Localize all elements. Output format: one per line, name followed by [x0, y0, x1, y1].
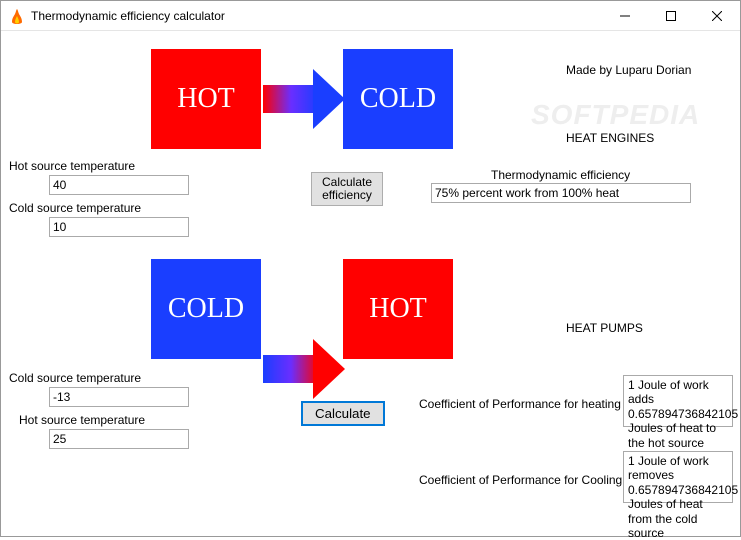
cop-cooling-output[interactable]: 1 Joule of work removes 0.65789473684210…	[623, 451, 733, 503]
maximize-button[interactable]	[648, 1, 694, 31]
cold-box-label: COLD	[360, 83, 436, 115]
cold-source-label-pump: Cold source temperature	[9, 371, 141, 385]
cold-source-label-engine: Cold source temperature	[9, 201, 141, 215]
close-button[interactable]	[694, 1, 740, 31]
heat-engines-title: HEAT ENGINES	[566, 131, 654, 145]
hot-source-input-engine[interactable]	[49, 175, 189, 195]
arrow-hot-to-cold-icon	[263, 69, 343, 129]
window-title: Thermodynamic efficiency calculator	[31, 9, 225, 23]
cold-source-input-engine[interactable]	[49, 217, 189, 237]
hot-box-label-pump: HOT	[369, 293, 427, 325]
window-controls	[602, 1, 740, 31]
app-icon	[9, 8, 25, 24]
cold-box-pump: COLD	[151, 259, 261, 359]
credit-text: Made by Luparu Dorian	[566, 63, 691, 77]
heat-pumps-title: HEAT PUMPS	[566, 321, 643, 335]
hot-source-label-pump: Hot source temperature	[19, 413, 145, 427]
minimize-button[interactable]	[602, 1, 648, 31]
calculate-button[interactable]: Calculate	[301, 401, 385, 426]
cop-cooling-label: Coefficient of Performance for Cooling	[419, 473, 622, 487]
titlebar: Thermodynamic efficiency calculator	[1, 1, 740, 31]
cold-box-engine: COLD	[343, 49, 453, 149]
cop-heating-output[interactable]: 1 Joule of work adds 0.657894736842105 J…	[623, 375, 733, 427]
hot-box-engine: HOT	[151, 49, 261, 149]
hot-source-input-pump[interactable]	[49, 429, 189, 449]
hot-box-label: HOT	[177, 83, 235, 115]
hot-box-pump: HOT	[343, 259, 453, 359]
calculate-efficiency-button[interactable]: Calculate efficiency	[311, 172, 383, 206]
watermark-text: SOFTPEDIA	[531, 99, 700, 131]
hot-source-label-engine: Hot source temperature	[9, 159, 135, 173]
efficiency-output-label: Thermodynamic efficiency	[491, 168, 630, 182]
efficiency-output[interactable]	[431, 183, 691, 203]
cold-box-label-pump: COLD	[168, 293, 244, 325]
cop-heating-label: Coefficient of Performance for heating	[419, 397, 621, 411]
arrow-cold-to-hot-icon	[263, 339, 343, 399]
cold-source-input-pump[interactable]	[49, 387, 189, 407]
